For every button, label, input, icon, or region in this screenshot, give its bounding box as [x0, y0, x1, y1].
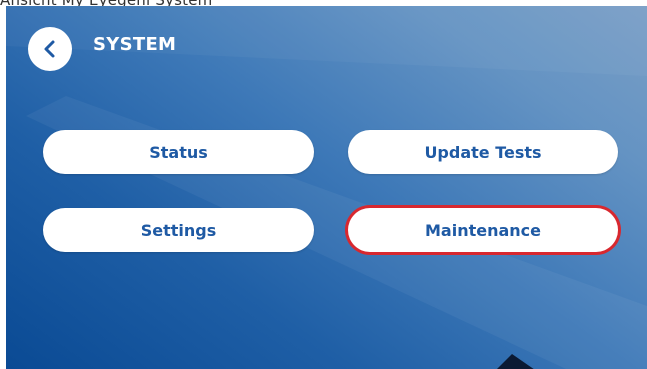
- maintenance-button[interactable]: Maintenance: [348, 208, 618, 252]
- cursor-pointer-icon: [497, 354, 534, 369]
- settings-button[interactable]: Settings: [43, 208, 314, 252]
- update-tests-button[interactable]: Update Tests: [348, 130, 618, 174]
- status-button[interactable]: Status: [43, 130, 314, 174]
- system-screen: SYSTEM Status Update Tests Settings Main…: [6, 6, 647, 369]
- background-sheen: [6, 6, 647, 369]
- chevron-left-icon: [44, 40, 55, 58]
- page-title: SYSTEM: [93, 34, 177, 55]
- back-button[interactable]: [28, 27, 72, 71]
